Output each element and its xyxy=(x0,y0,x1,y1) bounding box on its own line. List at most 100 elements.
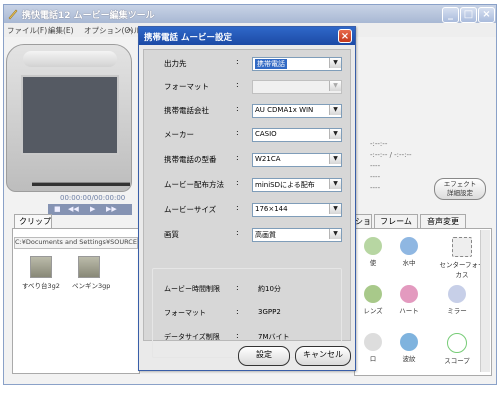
clip-list xyxy=(12,228,140,374)
dialog-titlebar: 携帯電話 ムービー設定 × xyxy=(139,27,355,45)
close-window-button[interactable]: × xyxy=(478,7,495,23)
forward-icon[interactable]: ▶▶ xyxy=(106,205,117,213)
format-info-value: 3GPP2 xyxy=(258,308,281,316)
app-icon xyxy=(8,9,18,20)
tab-transition[interactable]: ション xyxy=(354,214,372,239)
dialog-close-icon[interactable]: × xyxy=(338,29,352,43)
clip-name: ペンギン3gp xyxy=(72,282,111,290)
effects-panel: 使 水中 センターフォーカス レンズ ハート ミラー ロ 波紋 スコープ xyxy=(354,228,492,376)
movie-size-value: 176×144 xyxy=(255,205,288,213)
model-select[interactable]: W21CA ▼ xyxy=(252,153,342,167)
heart-icon xyxy=(400,285,418,303)
app-titlebar: 携快電話12 ムービー編集ツール _ □ × xyxy=(4,5,496,23)
colon: : xyxy=(236,153,239,162)
minimize-button[interactable]: _ xyxy=(442,7,459,23)
chevron-down-icon[interactable]: ▼ xyxy=(329,105,341,115)
colon: : xyxy=(236,80,239,89)
effect-item[interactable]: レンズ xyxy=(353,285,393,315)
effect-item[interactable]: ハート xyxy=(389,285,429,315)
effect-item[interactable]: 波紋 xyxy=(389,333,429,363)
seek-bar[interactable] xyxy=(32,182,130,186)
app-title: 携快電話12 ムービー編集ツール xyxy=(22,11,155,21)
effect-item[interactable]: スコープ xyxy=(437,333,477,365)
maker-select[interactable]: CASIO ▼ xyxy=(252,128,342,142)
mirror-icon xyxy=(448,285,466,303)
chevron-down-icon[interactable]: ▼ xyxy=(329,154,341,164)
info-line: -:--:-- xyxy=(370,140,388,148)
video-screen xyxy=(21,75,119,155)
menu-file[interactable]: ファイル(F) xyxy=(7,25,47,36)
distribution-value: miniSDによる配布 xyxy=(255,181,315,189)
chevron-down-icon[interactable]: ▼ xyxy=(329,58,341,68)
quality-value: 高画質 xyxy=(255,231,276,239)
clip-path: C:¥Documents and Settings¥SOURCE xyxy=(14,237,138,249)
colon: : xyxy=(236,307,239,316)
quality-label: 画質 xyxy=(164,230,179,239)
effect-item[interactable]: ロ xyxy=(353,333,393,363)
distribution-select[interactable]: miniSDによる配布 ▼ xyxy=(252,178,342,192)
colon: : xyxy=(236,331,239,340)
data-size-value: 7Mバイト xyxy=(258,333,290,341)
time-limit-label: ムービー時間制限 xyxy=(164,285,220,293)
clip-thumbnail[interactable] xyxy=(78,256,100,278)
model-label: 携帯電話の型番 xyxy=(164,155,217,164)
colon: : xyxy=(236,128,239,137)
maker-value: CASIO xyxy=(255,130,277,138)
maximize-button[interactable]: □ xyxy=(460,7,477,23)
distribution-label: ムービー配布方法 xyxy=(164,180,224,189)
play-icon[interactable]: ▶ xyxy=(90,205,95,213)
ok-button[interactable]: 設定 xyxy=(238,346,290,366)
output-value: 携帯電話 xyxy=(255,59,287,69)
movie-settings-dialog: 携帯電話 ムービー設定 × 出力先 : 携帯電話 ▼ フォーマット : ▼ 携帯… xyxy=(138,26,356,371)
lens-icon xyxy=(364,285,382,303)
tab-frame[interactable]: フレーム xyxy=(374,214,418,228)
effect-button-line: 詳細設定 xyxy=(447,189,473,197)
stop-icon[interactable]: ■ xyxy=(54,205,61,213)
menu-edit[interactable]: 編集(E) xyxy=(48,25,74,36)
colon: : xyxy=(236,283,239,292)
data-size-label: データサイズ制限 xyxy=(164,333,220,341)
info-line: -:--:-- / -:--:-- xyxy=(370,151,412,159)
time-limit-value: 約10分 xyxy=(258,285,281,293)
scope-icon xyxy=(447,333,467,353)
movie-size-label: ムービーサイズ xyxy=(164,205,217,214)
tab-clip[interactable]: クリップ xyxy=(14,214,52,228)
water-icon xyxy=(400,237,418,255)
effect-item[interactable]: 使 xyxy=(353,237,393,267)
chevron-down-icon[interactable]: ▼ xyxy=(329,129,341,139)
movie-size-select[interactable]: 176×144 ▼ xyxy=(252,203,342,217)
format-info-label: フォーマット xyxy=(164,309,206,317)
chevron-down-icon[interactable]: ▼ xyxy=(329,229,341,239)
colon: : xyxy=(236,228,239,237)
quality-select[interactable]: 高画質 ▼ xyxy=(252,228,342,242)
effect-button-line: エフェクト xyxy=(443,180,477,188)
colon: : xyxy=(236,57,239,66)
dialog-body: 出力先 : 携帯電話 ▼ フォーマット : ▼ 携帯電話会社 : AU CDMA… xyxy=(143,49,351,358)
effects-scrollbar[interactable] xyxy=(480,230,490,372)
dialog-title: 携帯電話 ムービー設定 xyxy=(144,33,232,43)
carrier-select[interactable]: AU CDMA1x WIN ▼ xyxy=(252,104,342,118)
maker-label: メーカー xyxy=(164,130,194,139)
effect-settings-button[interactable]: エフェクト 詳細設定 xyxy=(434,178,486,200)
tab-audio[interactable]: 音声変更 xyxy=(420,214,466,228)
rewind-icon[interactable]: ◀◀ xyxy=(68,205,79,213)
effect-item[interactable]: ミラー xyxy=(437,285,477,315)
chevron-down-icon: ▼ xyxy=(329,81,341,91)
output-select[interactable]: 携帯電話 ▼ xyxy=(252,57,342,71)
effect-icon xyxy=(364,333,382,351)
center-focus-icon xyxy=(452,237,472,257)
carrier-label: 携帯電話会社 xyxy=(164,106,209,115)
chevron-down-icon[interactable]: ▼ xyxy=(329,204,341,214)
cancel-button[interactable]: キャンセル xyxy=(295,346,351,366)
phone-speaker xyxy=(23,51,117,67)
clip-thumbnail[interactable] xyxy=(30,256,52,278)
playback-controls: ■ ◀◀ ▶ ▶▶ xyxy=(48,204,132,215)
ripple-icon xyxy=(400,333,418,351)
chevron-down-icon[interactable]: ▼ xyxy=(329,179,341,189)
colon: : xyxy=(236,104,239,113)
effect-icon xyxy=(364,237,382,255)
format-select: ▼ xyxy=(252,80,342,94)
info-line: ---- xyxy=(370,162,381,170)
output-label: 出力先 xyxy=(164,59,187,68)
effect-item[interactable]: 水中 xyxy=(389,237,429,267)
